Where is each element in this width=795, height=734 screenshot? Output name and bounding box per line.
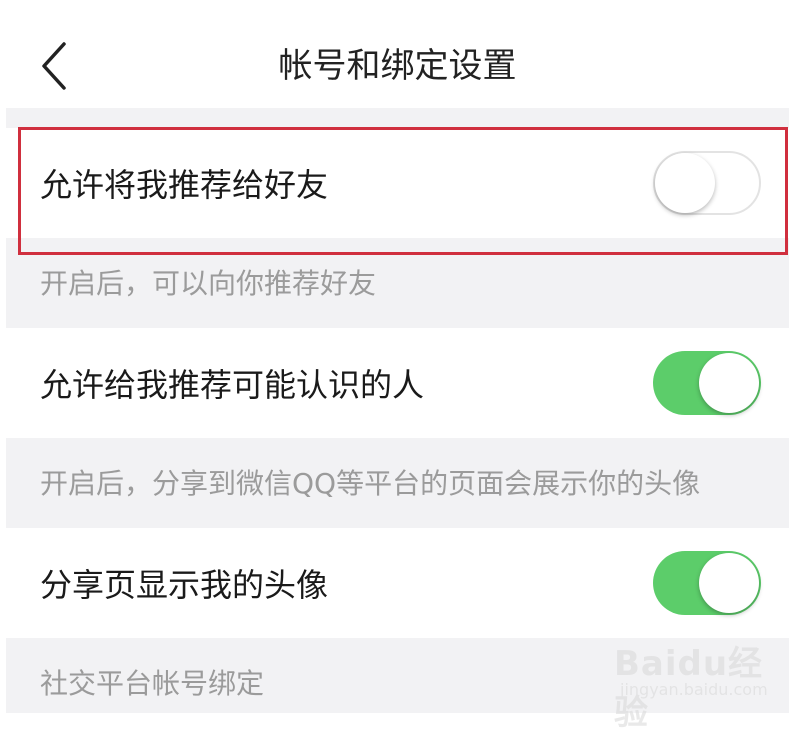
setting-hint: 开启后，可以向你推荐好友: [40, 267, 377, 300]
setting-label: 分享页显示我的头像: [40, 566, 329, 604]
setting-row-recommend-people-to-me: 允许给我推荐可能认识的人: [6, 328, 789, 438]
nav-header: 帐号和绑定设置: [6, 0, 789, 108]
setting-row-recommend-me-to-friends: 允许将我推荐给好友: [6, 128, 789, 238]
recommend-me-toggle[interactable]: [653, 151, 761, 215]
page-title: 帐号和绑定设置: [278, 46, 517, 86]
settings-screen: 帐号和绑定设置 允许将我推荐给好友 开启后，可以向你推荐好友 允许给我推荐可能认…: [6, 0, 789, 713]
toggle-knob: [699, 553, 759, 613]
show-avatar-toggle[interactable]: [653, 551, 761, 615]
setting-row-show-avatar-on-share: 分享页显示我的头像: [6, 528, 789, 638]
toggle-knob: [655, 153, 715, 213]
setting-label: 允许将我推荐给好友: [40, 166, 329, 204]
section-header-social-binding: 社交平台帐号绑定: [40, 667, 265, 700]
setting-label: 允许给我推荐可能认识的人: [40, 366, 425, 404]
setting-hint: 开启后，分享到微信QQ等平台的页面会展示你的头像: [40, 467, 701, 500]
recommend-people-toggle[interactable]: [653, 351, 761, 415]
toggle-knob: [699, 353, 759, 413]
